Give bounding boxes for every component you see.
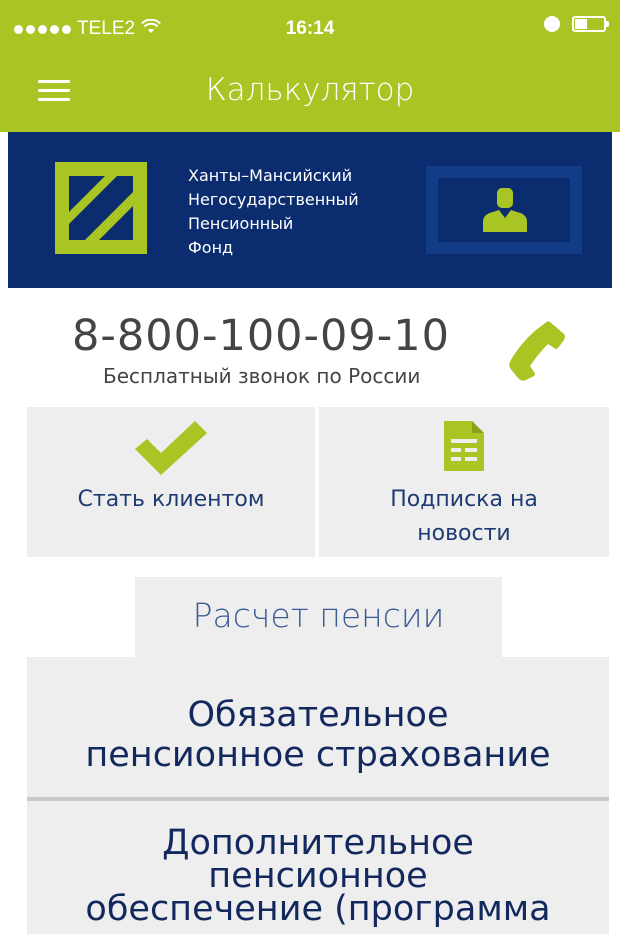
phone-icon[interactable] xyxy=(504,318,572,382)
news-subscription-button[interactable]: Подписка на новости xyxy=(319,407,609,557)
news-label-line: Подписка на xyxy=(390,487,538,512)
checkmark-icon xyxy=(27,421,315,475)
org-name-line: Ханты–Мансийский xyxy=(188,166,353,185)
status-right xyxy=(544,16,609,32)
org-name-line: Фонд xyxy=(188,238,234,257)
header-banner: Ханты–Мансийский Негосударственный Пенси… xyxy=(8,132,612,288)
hotline-number[interactable]: 8-800-100-09-10 xyxy=(72,311,450,361)
status-bar: TELE2 16:14 xyxy=(0,8,620,48)
org-name: Ханты–Мансийский Негосударственный Пенси… xyxy=(188,164,359,260)
screen: TELE2 16:14 Калькулятор Ханты–Мансийский… xyxy=(0,0,620,934)
option-label-line: пенсионное страхование xyxy=(85,735,551,775)
status-time: 16:14 xyxy=(285,18,335,39)
org-name-line: Негосударственный xyxy=(188,190,359,209)
hotline-subtitle: Бесплатный звонок по России xyxy=(103,364,421,388)
mandatory-insurance-option[interactable]: Обязательное пенсионное страхование xyxy=(27,657,609,797)
document-icon xyxy=(319,421,609,471)
tab-pension-calculation[interactable]: Расчет пенсии xyxy=(135,577,502,657)
org-name-line: Пенсионный xyxy=(188,214,294,233)
additional-provision-option[interactable]: Дополнительное пенсионное обеспечение (п… xyxy=(27,801,609,934)
top-bar: TELE2 16:14 Калькулятор xyxy=(0,0,620,132)
option-label-line: обеспечение (программа xyxy=(85,889,551,929)
become-client-button[interactable]: Стать клиентом xyxy=(27,407,315,557)
user-profile-icon xyxy=(483,188,527,232)
alarm-icon xyxy=(544,16,560,32)
profile-button[interactable] xyxy=(426,166,582,254)
option-label-line: Обязательное xyxy=(187,695,449,735)
news-label-line: новости xyxy=(417,521,511,546)
profile-button-inner xyxy=(438,178,570,242)
fund-logo xyxy=(55,162,147,254)
page-title: Калькулятор xyxy=(205,72,415,108)
news-subscription-label: Подписка на новости xyxy=(319,483,609,551)
battery-icon xyxy=(572,16,609,32)
become-client-label: Стать клиентом xyxy=(77,487,265,512)
